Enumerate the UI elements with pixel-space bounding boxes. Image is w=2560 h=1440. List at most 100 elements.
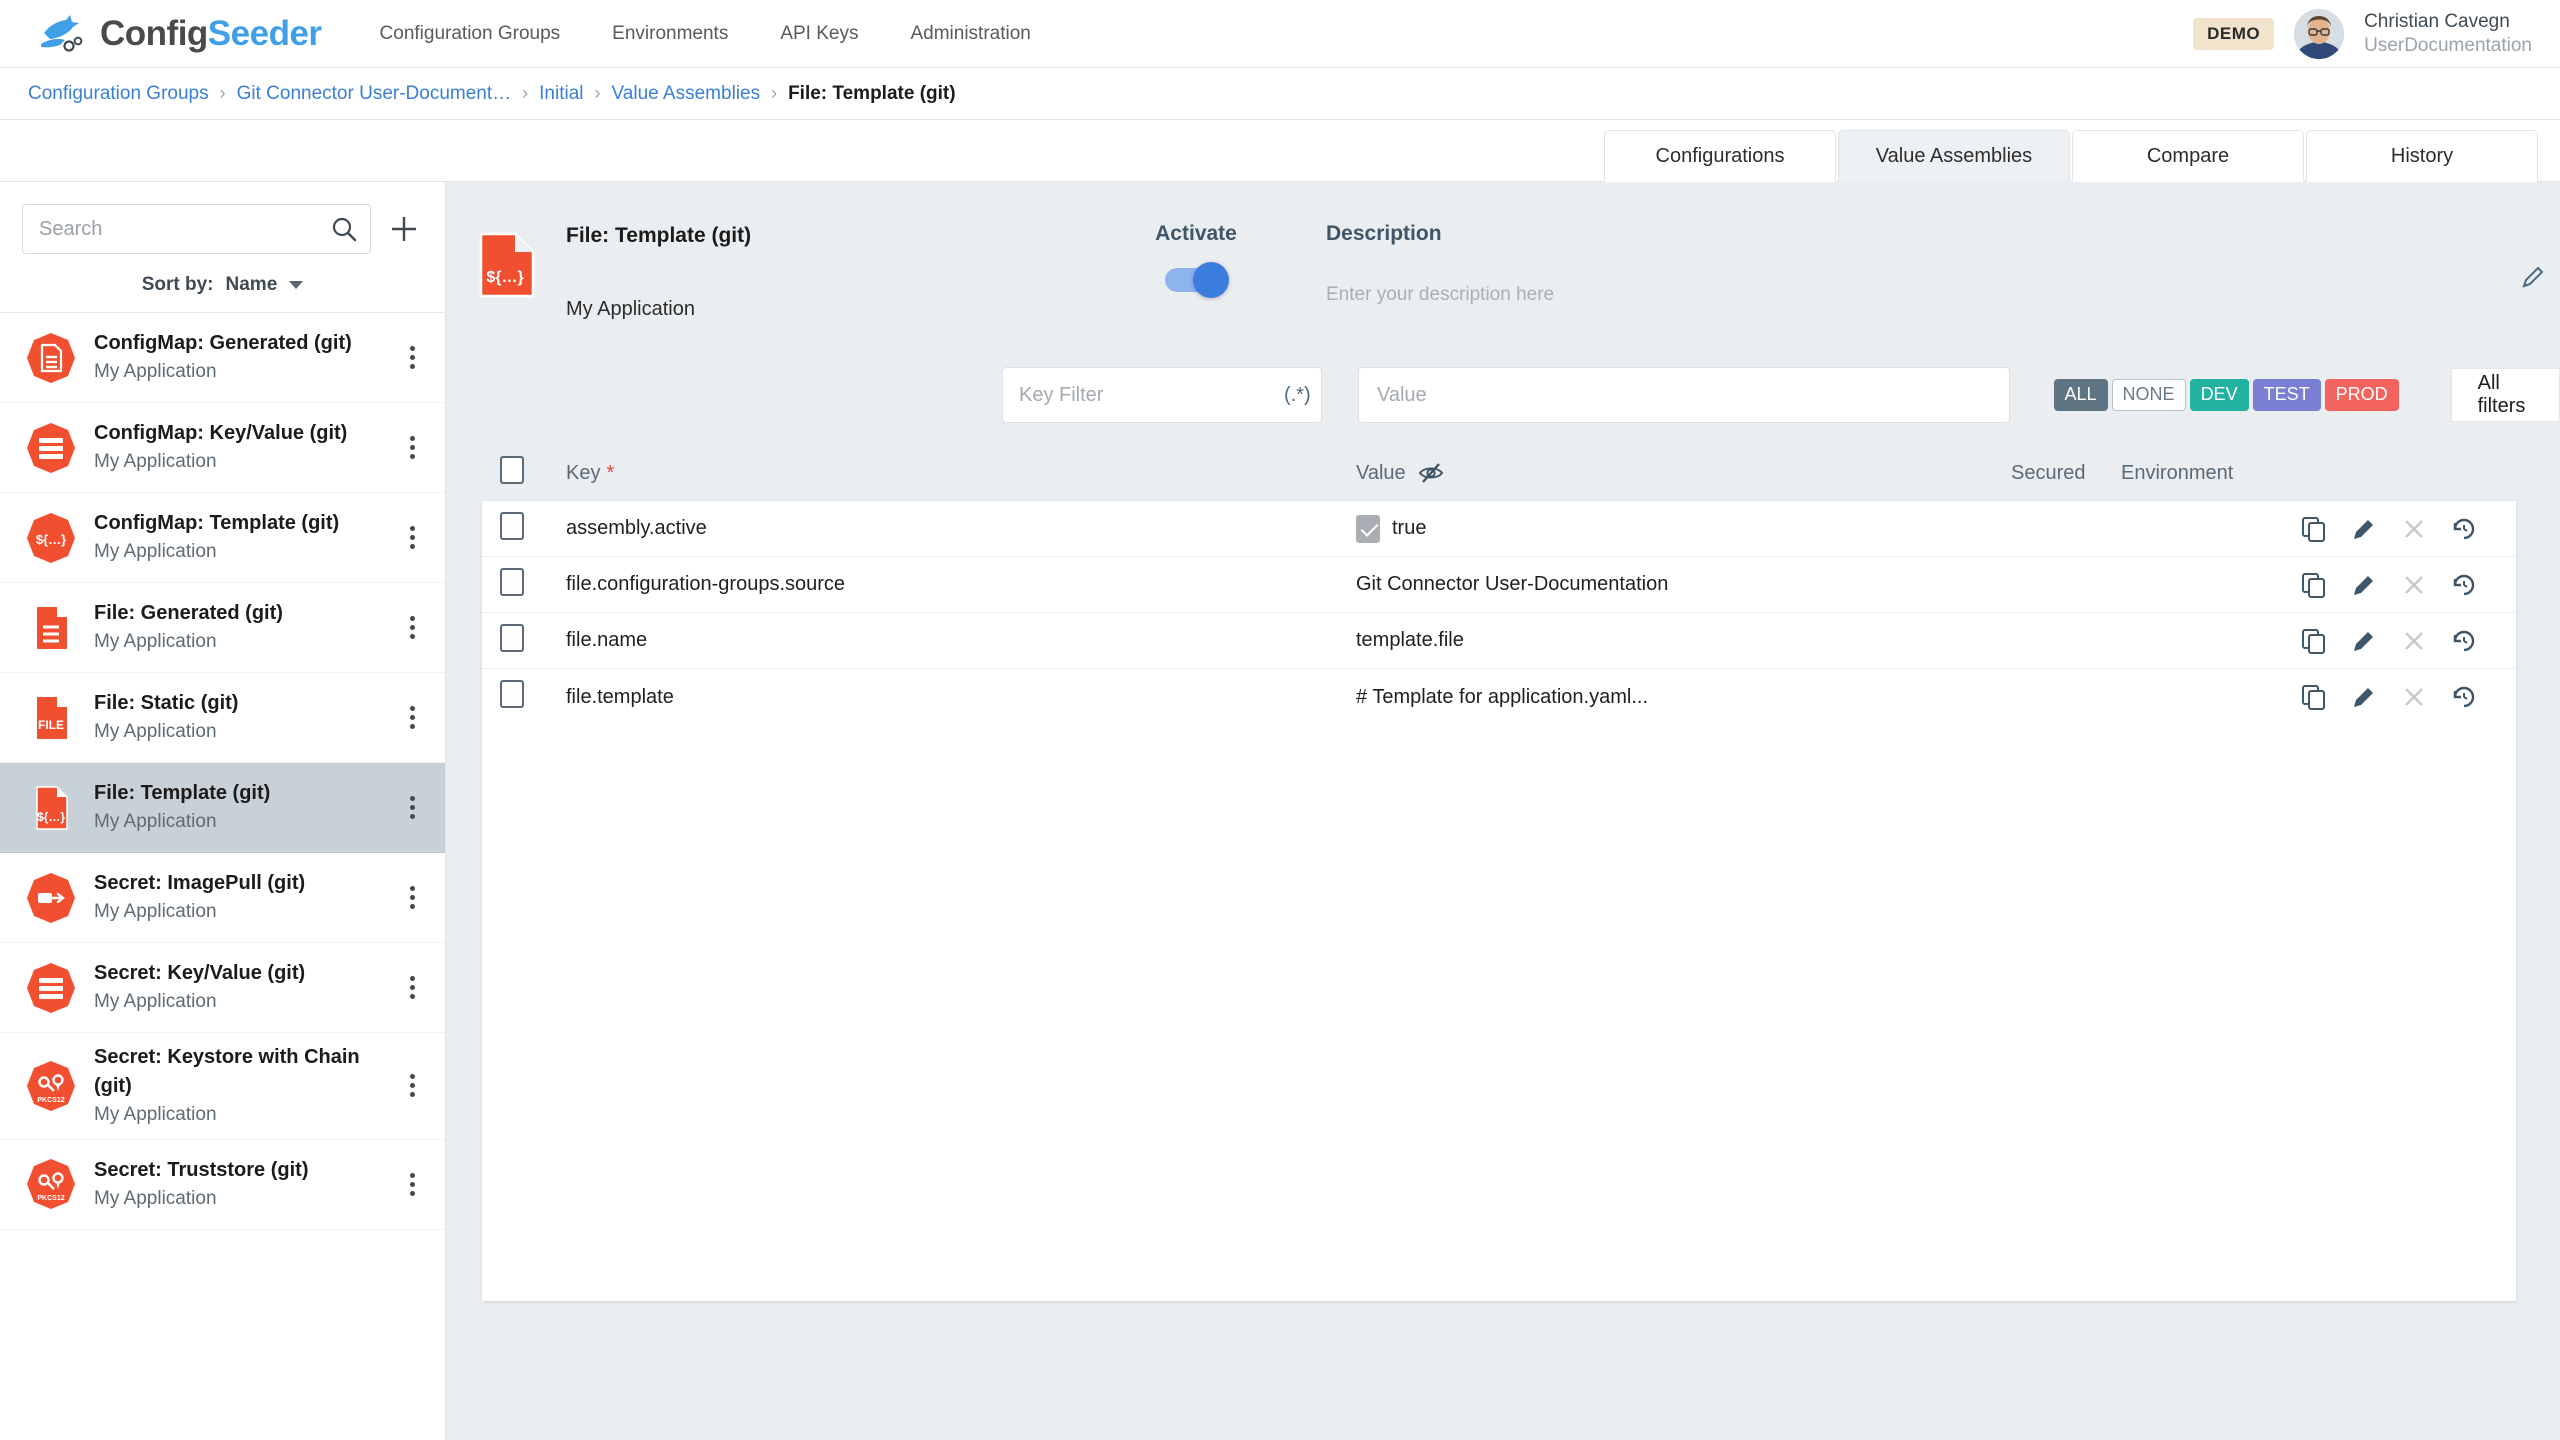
user-avatar[interactable]: [2294, 9, 2344, 59]
breadcrumb-item-value-assemblies[interactable]: Value Assemblies: [612, 83, 761, 105]
value-filter-box[interactable]: [1358, 367, 2010, 423]
row-key: file.name: [566, 629, 1356, 652]
all-filters-button[interactable]: All filters: [2451, 368, 2560, 422]
list-item-menu-icon[interactable]: [397, 976, 427, 999]
pencil-icon[interactable]: [2520, 264, 2546, 290]
env-chip-prod[interactable]: PROD: [2325, 379, 2399, 411]
copy-icon[interactable]: [2301, 628, 2327, 654]
search-icon[interactable]: [330, 215, 358, 243]
column-header-key[interactable]: Key*: [566, 462, 1356, 485]
secret-keyvalue-icon: [20, 961, 82, 1015]
assembly-detail-header: ${…} File: Template (git) My Application…: [446, 182, 2560, 321]
page-body: Sort by: Name ConfigMap: Generated (git)…: [0, 182, 2560, 1440]
column-header-secured[interactable]: Secured: [2011, 462, 2121, 485]
env-chip-dev[interactable]: DEV: [2190, 379, 2249, 411]
list-item[interactable]: PKCS12 Secret: Truststore (git) My Appli…: [0, 1140, 445, 1230]
list-item-menu-icon[interactable]: [397, 436, 427, 459]
file-template-icon: ${…}: [20, 781, 82, 835]
list-item[interactable]: PKCS12 Secret: Keystore with Chain (git)…: [0, 1033, 445, 1140]
search-box[interactable]: [22, 204, 371, 254]
column-header-environment[interactable]: Environment: [2121, 462, 2301, 485]
activate-label: Activate: [1066, 222, 1326, 246]
tab-compare[interactable]: Compare: [2072, 130, 2304, 182]
list-item-menu-icon[interactable]: [397, 526, 427, 549]
list-item-menu-icon[interactable]: [397, 796, 427, 819]
list-item[interactable]: ConfigMap: Key/Value (git) My Applicatio…: [0, 403, 445, 493]
close-icon[interactable]: [2401, 684, 2427, 710]
breadcrumb-item-configuration-groups[interactable]: Configuration Groups: [28, 83, 209, 105]
list-item-text: Secret: ImagePull (git) My Application: [82, 869, 397, 926]
tab-value-assemblies[interactable]: Value Assemblies: [1838, 130, 2070, 182]
pencil-icon[interactable]: [2351, 516, 2377, 542]
close-icon[interactable]: [2401, 572, 2427, 598]
list-item-menu-icon[interactable]: [397, 1074, 427, 1097]
table-row[interactable]: file.configuration-groups.source Git Con…: [482, 557, 2516, 613]
list-item-text: ConfigMap: Generated (git) My Applicatio…: [82, 329, 397, 386]
page-title: File: Template (git): [566, 224, 1066, 248]
tab-history[interactable]: History: [2306, 130, 2538, 182]
breadcrumb-item-initial[interactable]: Initial: [539, 83, 583, 105]
history-icon[interactable]: [2451, 684, 2477, 710]
list-item-menu-icon[interactable]: [397, 346, 427, 369]
eye-off-icon[interactable]: [1418, 460, 1444, 486]
breadcrumb-item-git-connector[interactable]: Git Connector User-Document…: [237, 83, 512, 105]
close-icon[interactable]: [2401, 628, 2427, 654]
list-item[interactable]: File: Generated (git) My Application: [0, 583, 445, 673]
copy-icon[interactable]: [2301, 516, 2327, 542]
list-item[interactable]: Secret: Key/Value (git) My Application: [0, 943, 445, 1033]
row-checkbox[interactable]: [500, 624, 524, 652]
nav-administration[interactable]: Administration: [908, 17, 1032, 51]
copy-icon[interactable]: [2301, 572, 2327, 598]
row-checkbox[interactable]: [500, 568, 524, 596]
chevron-down-icon[interactable]: [289, 281, 303, 289]
select-all-checkbox[interactable]: [500, 456, 524, 484]
assembly-list[interactable]: ConfigMap: Generated (git) My Applicatio…: [0, 313, 445, 1440]
list-item-text: ConfigMap: Key/Value (git) My Applicatio…: [82, 419, 397, 476]
history-icon[interactable]: [2451, 628, 2477, 654]
row-checkbox[interactable]: [500, 680, 524, 708]
main-nav-links: Configuration Groups Environments API Ke…: [378, 17, 1033, 51]
row-checkbox[interactable]: [500, 512, 524, 540]
env-chip-all[interactable]: ALL: [2054, 379, 2108, 411]
pencil-icon[interactable]: [2351, 628, 2377, 654]
breadcrumb-separator: ›: [595, 83, 601, 104]
list-item-menu-icon[interactable]: [397, 616, 427, 639]
copy-icon[interactable]: [2301, 684, 2327, 710]
list-item-menu-icon[interactable]: [397, 706, 427, 729]
table-row[interactable]: file.name template.file: [482, 613, 2516, 669]
history-icon[interactable]: [2451, 516, 2477, 542]
pencil-icon[interactable]: [2351, 684, 2377, 710]
tab-configurations[interactable]: Configurations: [1604, 130, 1836, 182]
key-filter-input[interactable]: [1019, 384, 1284, 407]
nav-api-keys[interactable]: API Keys: [778, 17, 860, 51]
search-input[interactable]: [39, 218, 330, 241]
list-item-menu-icon[interactable]: [397, 1173, 427, 1196]
pencil-icon[interactable]: [2351, 572, 2377, 598]
history-icon[interactable]: [2451, 572, 2477, 598]
env-chip-none[interactable]: NONE: [2112, 379, 2186, 411]
app-brand[interactable]: ConfigSeeder: [36, 11, 322, 57]
list-item-menu-icon[interactable]: [397, 886, 427, 909]
env-chip-test[interactable]: TEST: [2253, 379, 2321, 411]
sidebar-item-file-template[interactable]: ${…} File: Template (git) My Application: [0, 763, 445, 853]
user-info[interactable]: Christian Cavegn UserDocumentation: [2364, 10, 2532, 58]
key-filter-box[interactable]: (.*): [1002, 367, 1322, 423]
list-item[interactable]: Secret: ImagePull (git) My Application: [0, 853, 445, 943]
list-item-text: File: Generated (git) My Application: [82, 599, 397, 656]
row-value-cell: Git Connector User-Documentation: [1356, 573, 2011, 596]
table-row[interactable]: file.template # Template for application…: [482, 669, 2516, 725]
plus-icon[interactable]: [387, 212, 421, 246]
activate-toggle[interactable]: [1165, 268, 1227, 292]
close-icon[interactable]: [2401, 516, 2427, 542]
sort-by-value[interactable]: Name: [226, 274, 278, 296]
configmap-keyvalue-icon: [20, 421, 82, 475]
value-filter-input[interactable]: [1377, 384, 1991, 407]
column-header-value[interactable]: Value: [1356, 460, 2011, 486]
list-item[interactable]: ${…} ConfigMap: Template (git) My Applic…: [0, 493, 445, 583]
list-item[interactable]: FILE File: Static (git) My Application: [0, 673, 445, 763]
user-name: Christian Cavegn: [2364, 10, 2532, 34]
list-item[interactable]: ConfigMap: Generated (git) My Applicatio…: [0, 313, 445, 403]
nav-environments[interactable]: Environments: [610, 17, 730, 51]
nav-configuration-groups[interactable]: Configuration Groups: [378, 17, 563, 51]
table-row[interactable]: assembly.active true: [482, 501, 2516, 557]
